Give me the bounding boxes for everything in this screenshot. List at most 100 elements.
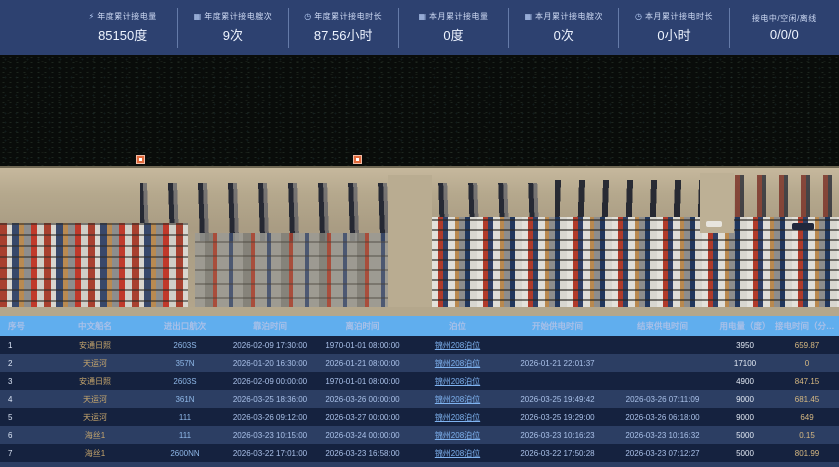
cell-minutes: 847.15 <box>775 377 839 386</box>
cell-berth-link[interactable]: 锦州208泊位 <box>410 340 505 351</box>
stat-label: 年度累计接电艘次 <box>204 11 272 22</box>
cell-minutes: 681.45 <box>775 395 839 404</box>
map-container-yard <box>195 233 390 311</box>
cell-departure-time: 2026-03-27 00:00:00 <box>315 413 410 422</box>
stats-bar: ⚡ 年度累计接电量 85150度 ▦ 年度累计接电艘次 9次 ◷ 年度累计接电时… <box>0 0 839 55</box>
col-header-berth: 泊位 <box>410 320 505 332</box>
stat-year-ships: ▦ 年度累计接电艘次 9次 <box>177 8 287 48</box>
cell-departure-time: 2026-03-26 00:00:00 <box>315 395 410 404</box>
stat-value: 87.56小时 <box>314 25 373 44</box>
cell-berthing-time: 2026-01-20 16:30:00 <box>225 359 315 368</box>
cell-voyage: 111 <box>145 413 225 422</box>
cell-ship-name: 安通日照 <box>45 376 145 387</box>
cell-minutes: 0 <box>775 359 839 368</box>
cell-ship-name: 天运河 <box>45 358 145 369</box>
cell-energy: 5000 <box>715 449 775 458</box>
cell-berthing-time: 2026-03-23 10:15:00 <box>225 431 315 440</box>
table-row[interactable]: 3 安通日照 2603S 2026-02-09 00:00:00 1970-01… <box>0 372 839 390</box>
stat-value: 0小时 <box>657 25 690 44</box>
col-header-serial: 序号 <box>0 320 45 332</box>
cell-energy: 4900 <box>715 377 775 386</box>
cell-energy: 9000 <box>715 395 775 404</box>
berth-marker-icon[interactable] <box>353 155 362 164</box>
col-header-energy: 用电量（度） <box>715 320 775 332</box>
map-container-yard <box>432 217 839 309</box>
cell-power-end: 2026-03-23 10:16:32 <box>610 431 715 440</box>
stat-value: 0次 <box>554 25 574 44</box>
col-header-departure-time: 离泊时间 <box>315 320 410 332</box>
col-header-berthing-time: 靠泊时间 <box>225 320 315 332</box>
clock-icon: ◷ <box>635 13 642 21</box>
gauge-icon: ▦ <box>418 13 426 21</box>
cell-voyage: 2603S <box>145 377 225 386</box>
stat-label: 本月累计接电艘次 <box>535 11 603 22</box>
cell-power-end: 2026-03-26 07:11:09 <box>610 395 715 404</box>
table-row[interactable]: 4 天运河 361N 2026-03-25 18:36:00 2026-03-2… <box>0 390 839 408</box>
table-row[interactable]: 7 海丝1 2600NN 2026-03-22 17:01:00 2026-03… <box>0 444 839 462</box>
cell-berth-link[interactable]: 锦州208泊位 <box>410 430 505 441</box>
stat-month-duration: ◷ 本月累计接电时长 0小时 <box>618 8 728 48</box>
cell-berth-link[interactable]: 锦州208泊位 <box>410 412 505 423</box>
cell-ship-name: 海丝1 <box>45 448 145 459</box>
clock-icon: ◷ <box>304 13 311 21</box>
table-body: 1 安通日照 2603S 2026-02-09 17:30:00 1970-01… <box>0 336 839 462</box>
stat-label: 本月累计接电量 <box>429 11 489 22</box>
ship-power-table: 序号 中文船名 进出口航次 靠泊时间 离泊时间 泊位 开始供电时间 结束供电时间… <box>0 316 839 467</box>
cell-voyage: 357N <box>145 359 225 368</box>
shore-power-dashboard: ⚡ 年度累计接电量 85150度 ▦ 年度累计接电艘次 9次 ◷ 年度累计接电时… <box>0 0 839 467</box>
cell-departure-time: 2026-01-21 08:00:00 <box>315 359 410 368</box>
cell-voyage: 2603S <box>145 341 225 350</box>
cell-berthing-time: 2026-03-26 09:12:00 <box>225 413 315 422</box>
table-row[interactable]: 6 海丝1 111 2026-03-23 10:15:00 2026-03-24… <box>0 426 839 444</box>
satellite-map[interactable] <box>0 55 839 316</box>
lightning-icon: ⚡ <box>89 13 95 21</box>
cell-ship-name: 安通日照 <box>45 340 145 351</box>
cell-energy: 5000 <box>715 431 775 440</box>
stat-value: 9次 <box>223 25 243 44</box>
cell-voyage: 2600NN <box>145 449 225 458</box>
cell-voyage: 361N <box>145 395 225 404</box>
cell-power-start: 2026-01-21 22:01:37 <box>505 359 610 368</box>
cell-berth-link[interactable]: 锦州208泊位 <box>410 358 505 369</box>
table-row[interactable]: 2 天运河 357N 2026-01-20 16:30:00 2026-01-2… <box>0 354 839 372</box>
cell-power-start: 2026-03-23 10:16:23 <box>505 431 610 440</box>
cell-power-end: 2026-03-26 06:18:00 <box>610 413 715 422</box>
cell-energy: 17100 <box>715 359 775 368</box>
berth-marker-icon[interactable] <box>136 155 145 164</box>
cell-serial: 3 <box>0 377 45 386</box>
cell-serial: 1 <box>0 341 45 350</box>
col-header-voyage: 进出口航次 <box>145 320 225 332</box>
cell-power-start: 2026-03-25 19:29:00 <box>505 413 610 422</box>
stat-year-energy: ⚡ 年度累计接电量 85150度 <box>68 8 177 48</box>
cell-minutes: 801.99 <box>775 449 839 458</box>
cell-berth-link[interactable]: 锦州208泊位 <box>410 448 505 459</box>
cell-minutes: 659.87 <box>775 341 839 350</box>
cell-voyage: 111 <box>145 431 225 440</box>
col-header-power-start: 开始供电时间 <box>505 320 610 332</box>
stat-value: 0度 <box>443 25 463 44</box>
stat-value: 0/0/0 <box>770 27 799 42</box>
table-row[interactable]: 5 天运河 111 2026-03-26 09:12:00 2026-03-27… <box>0 408 839 426</box>
stat-label: 本月累计接电时长 <box>645 11 713 22</box>
cell-power-start: 2026-03-22 17:50:28 <box>505 449 610 458</box>
stat-month-ships: ▦ 本月累计接电艘次 0次 <box>508 8 618 48</box>
cell-minutes: 0.15 <box>775 431 839 440</box>
stat-label: 年度累计接电量 <box>97 11 157 22</box>
cell-serial: 6 <box>0 431 45 440</box>
col-header-ship-name: 中文船名 <box>45 320 145 332</box>
cell-berthing-time: 2026-02-09 00:00:00 <box>225 377 315 386</box>
cell-power-end: 2026-03-23 07:12:27 <box>610 449 715 458</box>
cell-berthing-time: 2026-02-09 17:30:00 <box>225 341 315 350</box>
cell-berth-link[interactable]: 锦州208泊位 <box>410 376 505 387</box>
stat-month-energy: ▦ 本月累计接电量 0度 <box>398 8 508 48</box>
cell-serial: 2 <box>0 359 45 368</box>
table-row[interactable]: 1 安通日照 2603S 2026-02-09 17:30:00 1970-01… <box>0 336 839 354</box>
cell-energy: 3950 <box>715 341 775 350</box>
map-small-ship <box>706 221 722 227</box>
map-small-ship <box>792 223 814 230</box>
cell-berth-link[interactable]: 锦州208泊位 <box>410 394 505 405</box>
cell-energy: 9000 <box>715 413 775 422</box>
stat-label: 接电中/空闲/离线 <box>752 13 817 24</box>
stat-label: 年度累计接电时长 <box>314 11 382 22</box>
cell-berthing-time: 2026-03-25 18:36:00 <box>225 395 315 404</box>
